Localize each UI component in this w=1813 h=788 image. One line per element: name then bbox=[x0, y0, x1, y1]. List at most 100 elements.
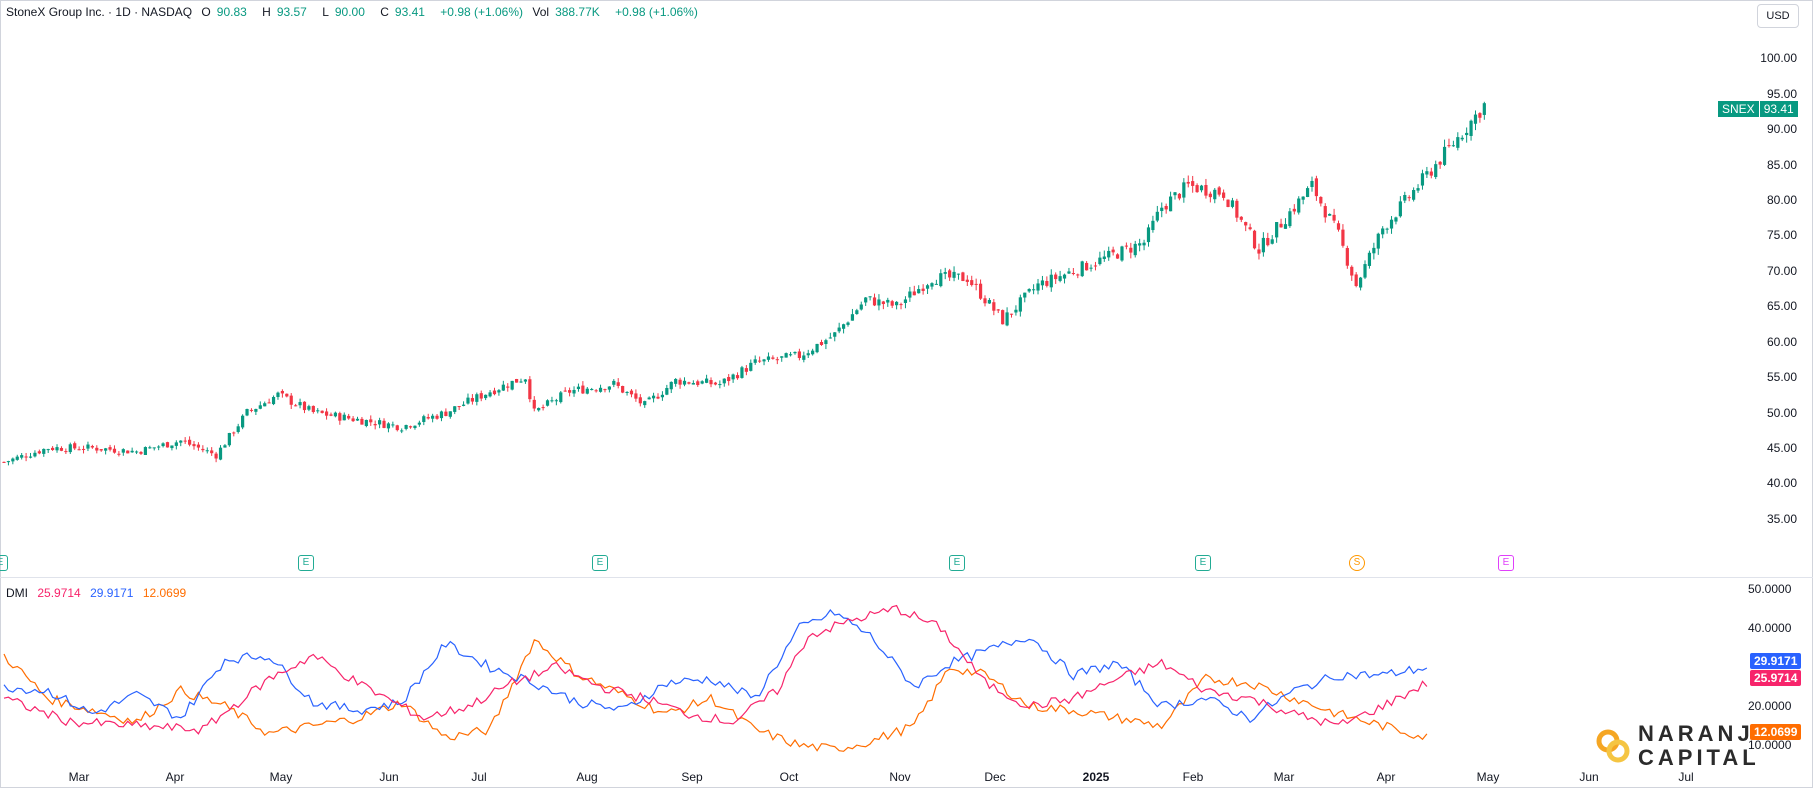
earnings-event-icon[interactable]: E bbox=[298, 555, 314, 571]
price-candle bbox=[501, 380, 505, 391]
price-candle bbox=[1252, 229, 1257, 250]
earnings-event-icon[interactable]: E bbox=[1195, 555, 1211, 571]
candle-body bbox=[435, 415, 439, 419]
price-candle bbox=[1023, 292, 1027, 303]
price-candle bbox=[903, 296, 908, 309]
price-candle bbox=[563, 387, 567, 392]
candle-body bbox=[841, 324, 846, 329]
candle-body bbox=[497, 390, 501, 393]
volume-value: 388.77K bbox=[555, 5, 600, 19]
candle-body bbox=[1177, 193, 1182, 199]
candle-body bbox=[1341, 229, 1345, 246]
time-axis-label: Oct bbox=[779, 770, 799, 784]
price-candle bbox=[77, 446, 81, 451]
candle-body bbox=[1098, 257, 1102, 265]
price-candle bbox=[718, 380, 722, 389]
price-candle bbox=[1425, 166, 1429, 178]
price-candle bbox=[1142, 239, 1146, 251]
candle-body bbox=[1403, 195, 1407, 201]
price-candle bbox=[285, 393, 289, 398]
candle-body bbox=[1376, 233, 1380, 249]
earnings-event-icon[interactable]: E bbox=[0, 555, 8, 571]
candle-body bbox=[236, 426, 240, 432]
candle-body bbox=[1067, 271, 1071, 274]
candle-body bbox=[161, 443, 165, 447]
candle-body bbox=[1478, 113, 1482, 118]
price-candle bbox=[400, 428, 404, 434]
price-candle bbox=[280, 389, 284, 398]
price-candle bbox=[64, 448, 68, 454]
price-candle bbox=[1040, 275, 1045, 290]
naranj-capital-logo: NARANJ CAPITAL bbox=[1596, 722, 1760, 770]
time-axis-label: Apr bbox=[165, 770, 185, 784]
price-candle bbox=[497, 389, 501, 396]
price-candle bbox=[1403, 191, 1407, 204]
price-candle bbox=[669, 381, 673, 394]
candle-body bbox=[917, 289, 921, 294]
price-candle bbox=[1292, 204, 1296, 215]
price-candle bbox=[780, 356, 784, 362]
candle-body bbox=[762, 359, 766, 362]
earnings-event-icon[interactable]: E bbox=[949, 555, 965, 571]
candle-body bbox=[912, 291, 916, 296]
dmi-minus-value: 29.9171 bbox=[90, 586, 134, 600]
price-candle bbox=[1036, 278, 1040, 295]
price-candle bbox=[705, 374, 709, 384]
price-candle bbox=[227, 432, 231, 447]
pane-divider[interactable] bbox=[0, 577, 1813, 578]
price-candle bbox=[992, 299, 996, 316]
split-event-icon[interactable]: S bbox=[1349, 555, 1365, 571]
price-candle bbox=[302, 401, 307, 414]
candle-body bbox=[364, 419, 368, 427]
candle-body bbox=[718, 384, 722, 386]
dmi-minus-tag: 29.9171 bbox=[1750, 653, 1802, 669]
symbol-info[interactable]: StoneX Group Inc. · 1D · NASDAQ bbox=[6, 5, 192, 19]
candle-body bbox=[705, 378, 709, 383]
price-candle bbox=[585, 386, 589, 395]
price-candle bbox=[338, 411, 342, 425]
candle-body bbox=[758, 360, 762, 362]
candle-body bbox=[1297, 198, 1301, 213]
price-candle bbox=[1336, 220, 1341, 232]
candle-body bbox=[731, 374, 735, 380]
candle-body bbox=[183, 440, 187, 442]
candle-body bbox=[1133, 243, 1137, 256]
price-candle bbox=[519, 378, 523, 383]
price-candle bbox=[1279, 218, 1283, 228]
candle-body bbox=[395, 425, 399, 431]
price-candle bbox=[1093, 261, 1098, 271]
candle-body bbox=[1005, 312, 1009, 326]
candle-body bbox=[1425, 171, 1429, 175]
candle-body bbox=[1217, 187, 1221, 195]
chart-canvas[interactable] bbox=[0, 0, 1813, 788]
candle-body bbox=[514, 378, 519, 383]
price-candle bbox=[656, 393, 660, 400]
candle-body bbox=[638, 397, 642, 404]
price-candle bbox=[1456, 132, 1460, 151]
price-candle bbox=[674, 378, 678, 387]
price-candle bbox=[1381, 226, 1385, 239]
price-candle bbox=[651, 392, 656, 403]
close-label: C bbox=[380, 5, 389, 19]
candle-body bbox=[1195, 185, 1199, 193]
price-candle bbox=[342, 412, 346, 421]
candle-body bbox=[612, 380, 616, 385]
price-candle bbox=[590, 387, 594, 391]
candle-body bbox=[992, 302, 996, 311]
earnings-event-icon[interactable]: E bbox=[1498, 555, 1514, 571]
time-axis[interactable]: Mar Apr May Jun Jul Aug Sep Oct Nov Dec 2025 Feb Mar… bbox=[0, 768, 1730, 788]
dmi-tick-label: 20.0000 bbox=[1748, 699, 1792, 714]
price-candle bbox=[647, 396, 651, 400]
price-candle bbox=[1469, 119, 1473, 141]
price-candle bbox=[1155, 205, 1159, 223]
volume-change: +0.98 (+1.06%) bbox=[615, 5, 698, 19]
price-candle bbox=[1244, 221, 1248, 232]
price-candle bbox=[205, 447, 209, 454]
price-candle bbox=[996, 308, 1000, 314]
dmi-label[interactable]: DMI bbox=[6, 586, 28, 600]
candle-body bbox=[408, 426, 413, 428]
candle-body bbox=[148, 447, 152, 449]
candle-body bbox=[15, 456, 19, 460]
earnings-event-icon[interactable]: E bbox=[592, 555, 608, 571]
candle-body bbox=[1367, 252, 1372, 266]
